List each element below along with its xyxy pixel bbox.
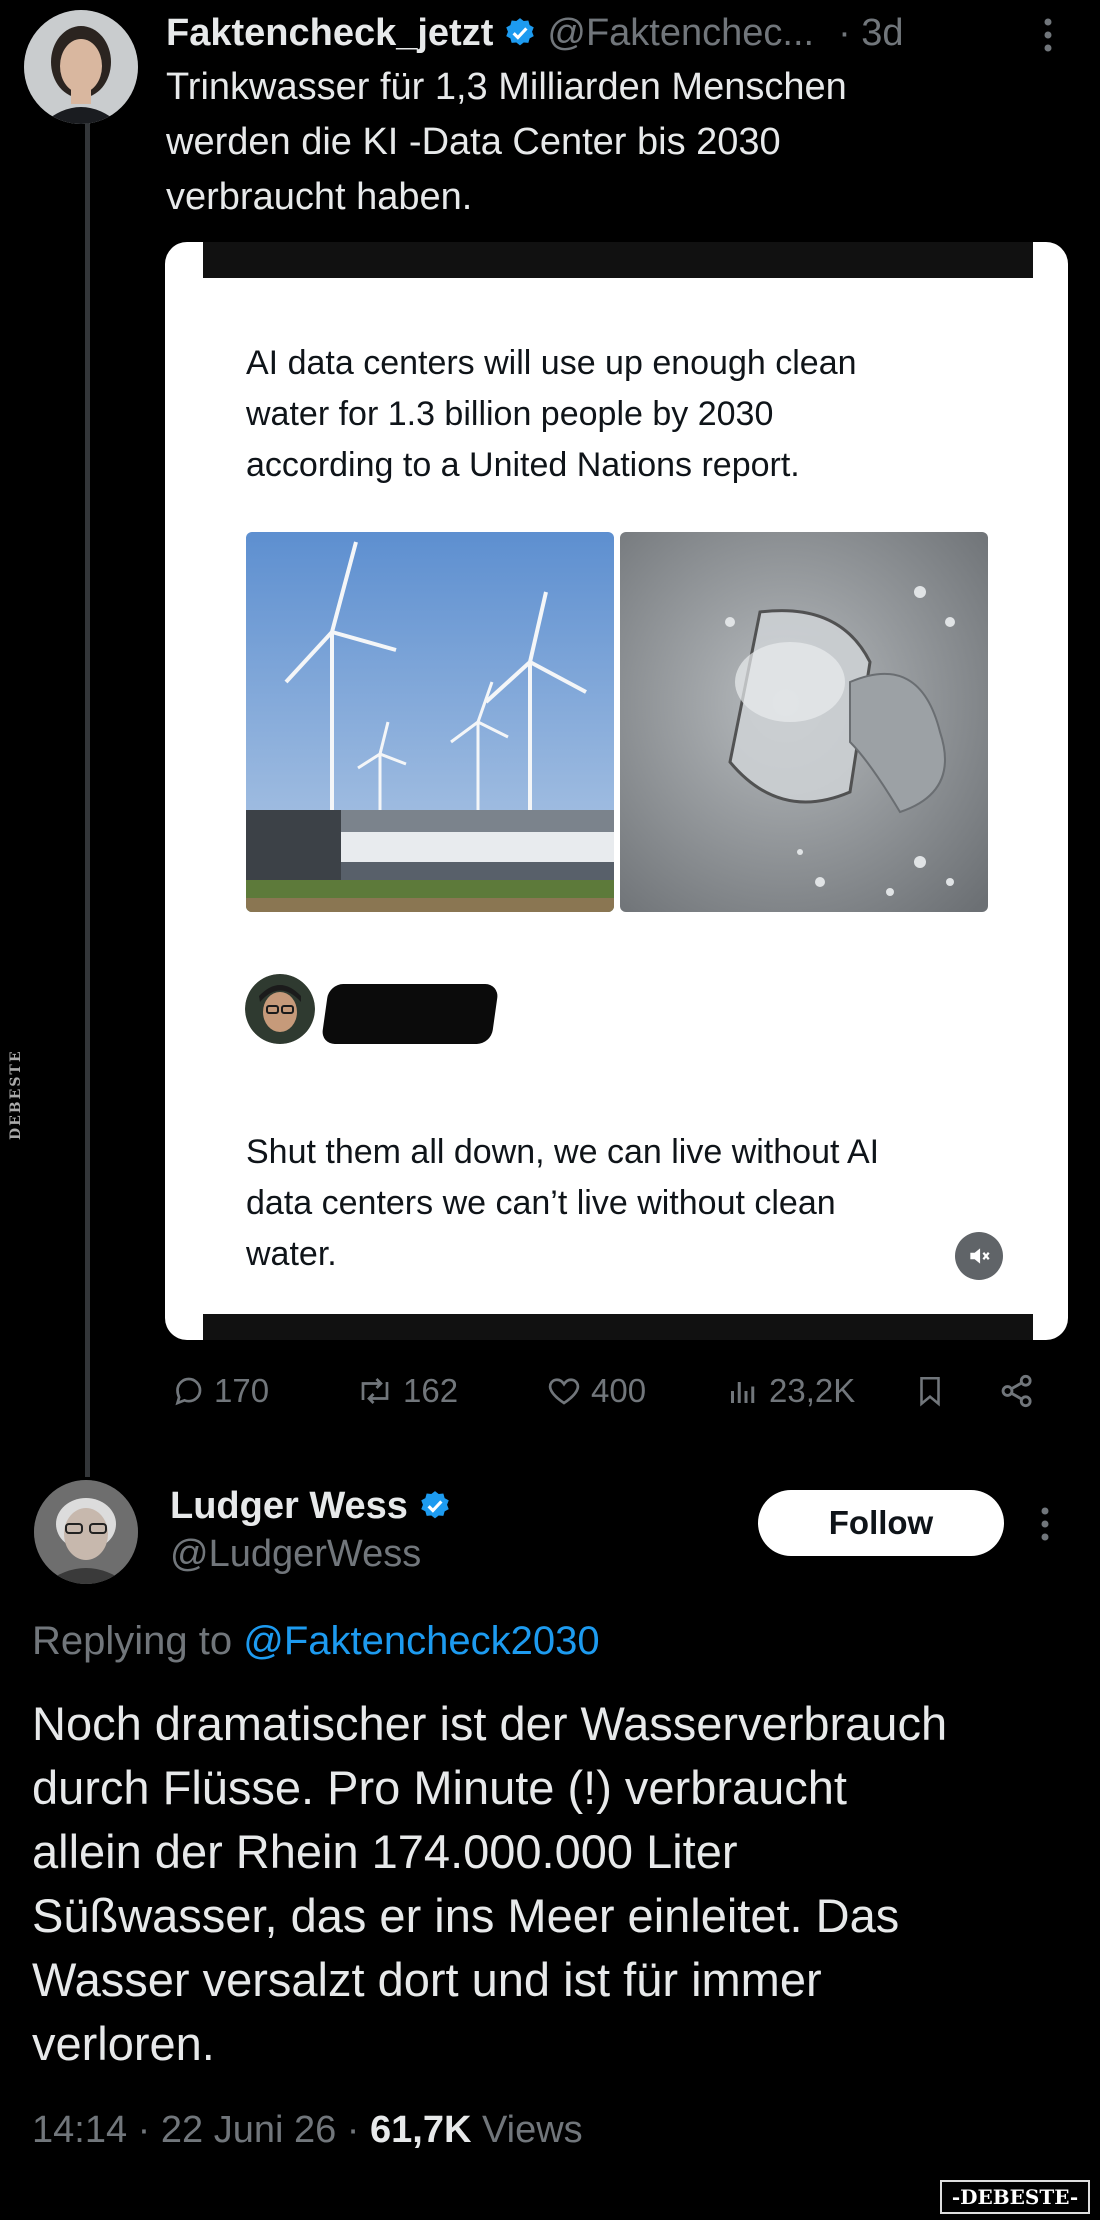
tweet-text-line: werden die KI -Data Center bis 2030 — [166, 121, 781, 163]
verified-badge-icon — [506, 18, 535, 46]
reply-meta: 14:14 · 22 Juni 26 · 61,7K Views — [32, 2104, 583, 2156]
mute-icon[interactable] — [955, 1232, 1003, 1280]
embed-text: AI data centers will use up enough clean… — [246, 338, 1026, 491]
thread-line — [85, 122, 90, 1477]
like-count: 400 — [591, 1372, 647, 1409]
replying-to-handle[interactable]: @Faktencheck2030 — [243, 1619, 599, 1663]
redacted-name — [320, 984, 500, 1044]
verified-badge-icon — [421, 1491, 449, 1519]
repost-icon — [361, 1378, 389, 1404]
corner-watermark: -DEBESTE- — [940, 2180, 1090, 2214]
author-handle[interactable]: @Faktenchec... — [547, 12, 814, 55]
reply-author-name-row: Ludger Wess — [170, 1480, 452, 1532]
reply-button[interactable]: 170 — [170, 1372, 269, 1410]
datacenter-photo — [246, 532, 614, 912]
reply-text: Noch dramatischer ist der Wasserverbrauc… — [32, 1692, 1082, 2076]
author-name[interactable]: Faktencheck_jetzt — [166, 12, 493, 55]
reply-author-name[interactable]: Ludger Wess — [170, 1485, 408, 1528]
embed-top-bar — [203, 242, 1033, 278]
side-watermark: DEBESTE — [8, 1049, 24, 1140]
replying-to-prefix: Replying to — [32, 1619, 233, 1663]
embed-reply-line: data centers we can’t live without clean — [246, 1184, 836, 1222]
more-options-icon[interactable] — [1036, 14, 1060, 56]
tweet-header: Faktencheck_jetzt @Faktenchec... · 3d — [166, 8, 1066, 58]
bookmark-icon — [920, 1376, 940, 1407]
share-button[interactable] — [998, 1372, 1036, 1410]
repost-count: 162 — [403, 1372, 459, 1409]
analytics-icon — [731, 1382, 755, 1403]
reply-author-handle[interactable]: @LudgerWess — [170, 1530, 421, 1578]
reply-author-avatar[interactable] — [34, 1480, 138, 1584]
views-count: 23,2K — [769, 1372, 856, 1409]
reply-text-line: Süßwasser, das er ins Meer einleitet. Da… — [32, 1889, 900, 1942]
embed-text-line: AI data centers will use up enough clean — [246, 344, 857, 382]
replying-to: Replying to @Faktencheck2030 — [32, 1615, 600, 1667]
tweet-text: Trinkwasser für 1,3 Milliarden Menschen … — [166, 60, 1066, 225]
tweet-actions: 170 162 400 23,2K — [170, 1372, 1060, 1422]
embedded-image[interactable]: AI data centers will use up enough clean… — [165, 242, 1068, 1340]
embed-commenter-avatar — [245, 974, 315, 1044]
reply-count: 170 — [214, 1372, 270, 1409]
embed-text-line: according to a United Nations report. — [246, 446, 800, 484]
reply-text-line: allein der Rhein 174.000.000 Liter — [32, 1825, 738, 1878]
tweet-time[interactable]: · 3d — [838, 12, 903, 55]
embed-text-line: water for 1.3 billion people by 2030 — [246, 395, 774, 433]
reply-icon — [175, 1377, 202, 1406]
reply-text-line: verloren. — [32, 2017, 215, 2070]
reply-text-line: Noch dramatischer ist der Wasserverbrauc… — [32, 1697, 948, 1750]
embed-bottom-bar — [203, 1314, 1033, 1340]
bookmark-button[interactable] — [913, 1372, 947, 1410]
repost-button[interactable]: 162 — [355, 1372, 458, 1410]
tweet-text-line: verbraucht haben. — [166, 176, 473, 218]
tweet-text-line: Trinkwasser für 1,3 Milliarden Menschen — [166, 66, 847, 108]
heart-icon — [548, 1378, 580, 1405]
reply-views-count: 61,7K — [370, 2109, 472, 2151]
like-button[interactable]: 400 — [545, 1372, 646, 1410]
more-options-icon[interactable] — [1033, 1503, 1057, 1545]
embed-reply-text: Shut them all down, we can live without … — [246, 1127, 1026, 1280]
author-avatar[interactable] — [24, 10, 138, 124]
reply-text-line: Wasser versalzt dort und ist für immer — [32, 1953, 822, 2006]
reply-text-line: durch Flüsse. Pro Minute (!) verbraucht — [32, 1761, 847, 1814]
reply-timestamp[interactable]: 14:14 · 22 Juni 26 · — [32, 2109, 359, 2151]
embed-reply-line: water. — [246, 1235, 337, 1273]
reply-views-label: Views — [481, 2109, 583, 2151]
share-icon — [1001, 1374, 1032, 1408]
follow-button[interactable]: Follow — [758, 1490, 1004, 1556]
views-button[interactable]: 23,2K — [725, 1372, 855, 1410]
embed-reply-line: Shut them all down, we can live without … — [246, 1133, 880, 1171]
spilled-water-photo — [620, 532, 988, 912]
